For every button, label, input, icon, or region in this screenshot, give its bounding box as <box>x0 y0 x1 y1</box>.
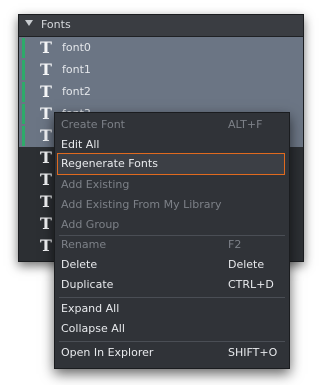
menu-item-create-font[interactable]: Create Font ALT+F <box>55 115 289 135</box>
font-t-icon: T <box>40 38 52 57</box>
font-t-icon: T <box>40 126 52 145</box>
font-t-icon: T <box>40 236 52 255</box>
menu-item-label: Collapse All <box>61 322 125 335</box>
selection-indicator <box>22 60 25 80</box>
menu-item-shortcut: Delete <box>228 258 265 271</box>
menu-item-shortcut: ALT+F <box>228 118 263 131</box>
selection-indicator <box>22 104 25 124</box>
fonts-group-title: Fonts <box>41 18 71 31</box>
menu-item-label: Delete <box>61 258 98 271</box>
menu-item-add-existing[interactable]: Add Existing <box>55 175 289 195</box>
menu-item-label: Add Existing <box>61 178 130 191</box>
menu-item-duplicate[interactable]: Duplicate CTRL+D <box>55 275 289 295</box>
font-item[interactable]: T font0 <box>19 37 303 59</box>
menu-item-label: Add Existing From My Library <box>61 198 222 211</box>
font-item[interactable]: T font1 <box>19 59 303 81</box>
font-item-label: font0 <box>62 41 91 54</box>
font-t-icon: T <box>40 104 52 123</box>
menu-item-label: Expand All <box>61 302 120 315</box>
font-t-icon: T <box>40 60 52 79</box>
menu-item-add-existing-from-library[interactable]: Add Existing From My Library <box>55 195 289 215</box>
menu-item-collapse-all[interactable]: Collapse All <box>55 319 289 339</box>
menu-item-shortcut: F2 <box>228 238 242 251</box>
menu-separator <box>59 297 285 298</box>
fonts-group-header[interactable]: Fonts <box>19 15 303 37</box>
selection-indicator <box>22 82 25 102</box>
menu-item-label: Rename <box>61 238 107 251</box>
menu-item-label: Edit All <box>61 138 100 151</box>
font-t-icon: T <box>40 214 52 233</box>
menu-item-label: Duplicate <box>61 278 114 291</box>
menu-item-label: Regenerate Fonts <box>61 157 158 170</box>
menu-item-label: Create Font <box>61 118 125 131</box>
font-t-icon: T <box>40 170 52 189</box>
menu-item-expand-all[interactable]: Expand All <box>55 299 289 319</box>
menu-item-regenerate-fonts[interactable]: Regenerate Fonts <box>57 153 285 175</box>
menu-item-open-in-explorer[interactable]: Open In Explorer SHIFT+O <box>55 343 289 363</box>
menu-item-shortcut: SHIFT+O <box>228 346 278 359</box>
menu-separator <box>59 341 285 342</box>
menu-item-label: Open In Explorer <box>61 346 154 359</box>
font-t-icon: T <box>40 192 52 211</box>
context-menu: Create Font ALT+F Edit All Regenerate Fo… <box>54 112 290 369</box>
font-t-icon: T <box>40 82 52 101</box>
menu-item-add-group[interactable]: Add Group <box>55 215 289 235</box>
menu-item-shortcut: CTRL+D <box>228 278 274 291</box>
menu-item-delete[interactable]: Delete Delete <box>55 255 289 275</box>
font-item-label: font2 <box>62 85 91 98</box>
selection-indicator <box>22 126 25 146</box>
font-item[interactable]: T font2 <box>19 81 303 103</box>
font-t-icon: T <box>40 148 52 167</box>
selection-indicator <box>22 38 25 58</box>
collapse-triangle-icon[interactable] <box>25 20 33 26</box>
menu-item-label: Add Group <box>61 218 120 231</box>
menu-item-edit-all[interactable]: Edit All <box>55 135 289 155</box>
font-item-label: font1 <box>62 63 91 76</box>
menu-item-rename[interactable]: Rename F2 <box>55 235 289 255</box>
